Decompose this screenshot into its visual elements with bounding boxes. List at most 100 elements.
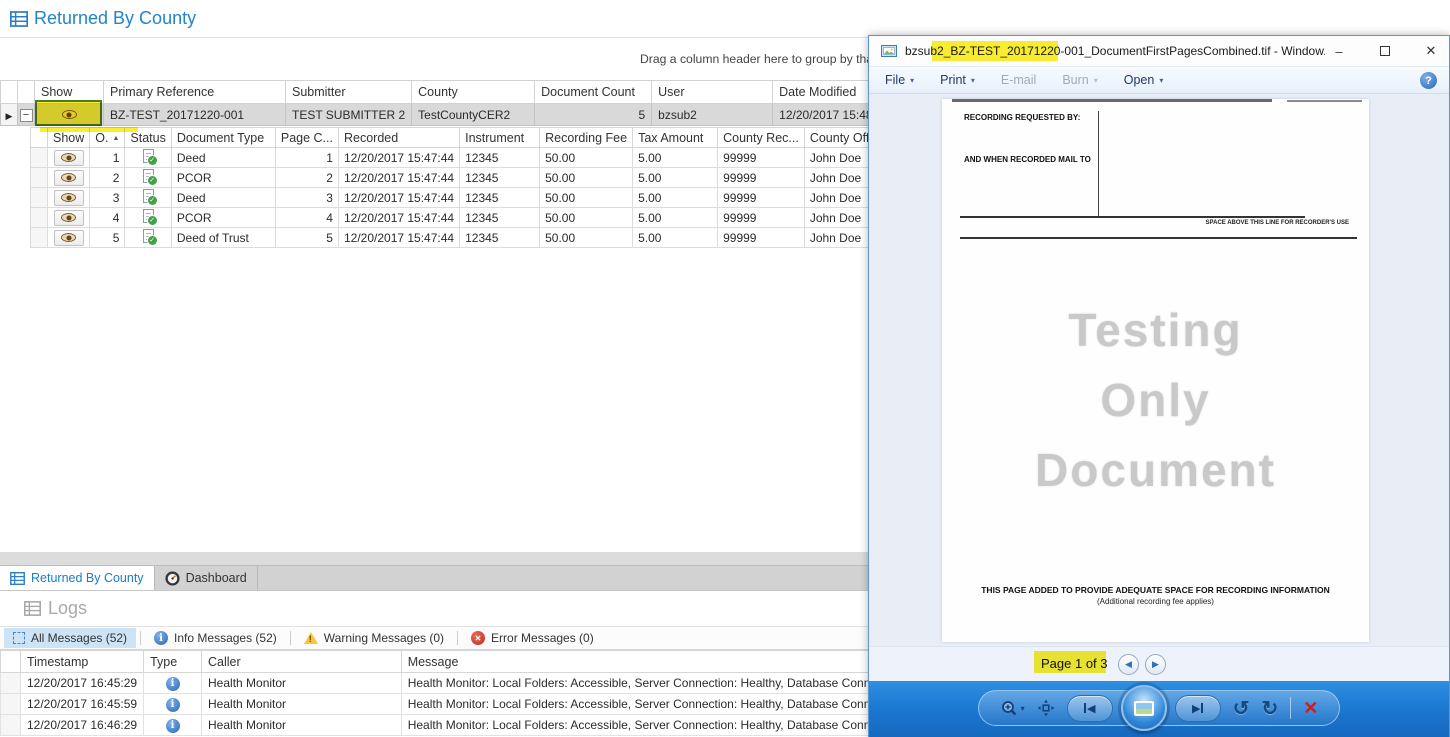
cell-instrument: 12345 (459, 227, 541, 248)
col-county[interactable]: County (411, 80, 536, 104)
minimize-button[interactable]: – (1331, 44, 1347, 59)
cell-user: bzsub2 (651, 103, 774, 126)
tab-dashboard[interactable]: Dashboard (155, 566, 258, 590)
logs-header: Logs (24, 598, 87, 619)
cell-recorded: 12/20/2017 15:47:44 (337, 147, 461, 168)
delete-button[interactable]: ✕ (1303, 698, 1318, 719)
col-submitter[interactable]: Submitter (284, 80, 413, 104)
status-ok-icon (142, 209, 158, 226)
gauge-icon (165, 570, 180, 586)
detail-row[interactable]: 1 Deed 1 12/20/2017 15:47:44 12345 50.00… (30, 147, 897, 168)
detail-row[interactable]: 4 PCOR 4 12/20/2017 15:47:44 12345 50.00… (30, 207, 897, 228)
cell-submitter: TEST SUBMITTER 2 (284, 103, 413, 126)
cell-instrument: 12345 (459, 147, 541, 168)
info-icon: i (165, 718, 180, 733)
master-grid: Show Primary Reference Submitter County … (0, 80, 914, 126)
filter-all-messages[interactable]: All Messages (52) (4, 628, 137, 648)
previous-bar-icon (1083, 703, 1086, 713)
doc-horizontal-rule (960, 216, 1305, 218)
cell-county-rec: 99999 (717, 207, 805, 228)
divider (140, 631, 142, 645)
viewer-titlebar[interactable]: bzsub2_BZ-TEST_20171220-001_DocumentFirs… (869, 36, 1449, 66)
cell-recording-fee: 50.00 (539, 187, 634, 208)
show-document-button[interactable] (53, 189, 84, 206)
cell-page-count: 1 (274, 147, 339, 168)
filter-info-messages[interactable]: i Info Messages (52) (145, 628, 286, 648)
col-status[interactable]: Status (124, 127, 172, 148)
tab-returned-by-county[interactable]: Returned By County (0, 566, 155, 590)
previous-image-button[interactable]: ◀ (1066, 694, 1113, 722)
divider (457, 631, 459, 645)
col-primary-reference[interactable]: Primary Reference (103, 80, 286, 104)
cell-caller: Health Monitor (201, 672, 402, 694)
col-recorded[interactable]: Recorded (337, 127, 461, 148)
doc-watermark: Testing Only Document (942, 295, 1369, 505)
detail-row[interactable]: 2 PCOR 2 12/20/2017 15:47:44 12345 50.00… (30, 167, 897, 188)
filter-error-messages[interactable]: ✕ Error Messages (0) (462, 628, 603, 648)
menu-print[interactable]: Print ▾ (940, 73, 975, 87)
menu-burn: Burn ▾ (1062, 73, 1097, 87)
show-submission-button[interactable] (41, 106, 97, 124)
detail-row[interactable]: 3 Deed 3 12/20/2017 15:47:44 12345 50.00… (30, 187, 897, 208)
collapse-icon[interactable]: − (19, 108, 33, 122)
master-row[interactable]: ▶ − BZ-TEST_20171220-001 TEST SUBMITTER … (0, 103, 914, 126)
cell-recorded: 12/20/2017 15:47:44 (337, 207, 461, 228)
maximize-icon (1380, 45, 1390, 56)
scan-edge-artifact (1287, 100, 1362, 102)
doc-footer-subnote: (Additional recording fee applies) (1097, 597, 1214, 606)
show-document-button[interactable] (53, 209, 84, 226)
cell-primary-reference: BZ-TEST_20171220-001 (103, 103, 286, 126)
show-document-button[interactable] (53, 169, 84, 186)
menu-label: Print (940, 73, 966, 87)
chevron-down-icon: ▾ (1093, 75, 1098, 85)
status-ok-icon (142, 149, 158, 166)
menu-open[interactable]: Open ▾ (1124, 73, 1164, 87)
col-caller[interactable]: Caller (201, 650, 402, 673)
eye-icon (61, 213, 77, 222)
col-document-type[interactable]: Document Type (170, 127, 276, 148)
next-image-button[interactable]: ▶ (1174, 694, 1221, 722)
cell-page-count: 4 (274, 207, 339, 228)
col-order[interactable]: O. ▲ (89, 127, 126, 148)
col-show[interactable]: Show (46, 127, 91, 148)
watermark-line: Document (1035, 444, 1276, 496)
rotate-clockwise-button[interactable]: ↻ (1261, 696, 1278, 721)
status-ok-icon (142, 189, 158, 206)
col-show[interactable]: Show (34, 80, 104, 104)
close-button[interactable]: ✕ (1423, 43, 1439, 59)
detail-row[interactable]: 5 Deed of Trust 5 12/20/2017 15:47:44 12… (30, 227, 897, 248)
show-document-button[interactable] (53, 229, 84, 246)
menu-label: E-mail (1000, 73, 1037, 87)
master-header-row: Show Primary Reference Submitter County … (0, 80, 914, 104)
cell-document-count: 5 (534, 103, 653, 126)
col-timestamp[interactable]: Timestamp (19, 650, 145, 673)
maximize-button[interactable] (1377, 44, 1393, 59)
col-county-rec[interactable]: County Rec... (717, 127, 805, 148)
filter-label: Info Messages (52) (174, 631, 277, 645)
menu-email: E-mail (1001, 73, 1036, 87)
eye-icon (61, 110, 77, 119)
cell-county-rec: 99999 (717, 227, 805, 248)
cell-instrument: 12345 (459, 167, 541, 188)
viewer-canvas: RECORDING REQUESTED BY: AND WHEN RECORDE… (869, 94, 1449, 646)
col-document-count[interactable]: Document Count (534, 80, 653, 104)
filter-warning-messages[interactable]: Warning Messages (0) (295, 628, 453, 648)
page-navigation: Page 1 of 3 ◀ ▶ (869, 646, 1449, 681)
doc-recording-requested-label: RECORDING REQUESTED BY: (964, 113, 1081, 122)
col-instrument[interactable]: Instrument (459, 127, 541, 148)
col-tax-amount[interactable]: Tax Amount (632, 127, 719, 148)
col-recording-fee[interactable]: Recording Fee (539, 127, 634, 148)
col-page-count[interactable]: Page C... (274, 127, 339, 148)
previous-page-button[interactable]: ◀ (1118, 654, 1139, 675)
show-document-button[interactable] (53, 149, 84, 166)
help-icon[interactable]: ? (1420, 72, 1437, 89)
col-user[interactable]: User (651, 80, 774, 104)
viewer-menubar: File ▾ Print ▾ E-mail Burn ▾ Open ▾ ? (869, 66, 1449, 94)
rotate-counterclockwise-button[interactable]: ↺ (1233, 696, 1250, 721)
menu-file[interactable]: File ▾ (885, 73, 914, 87)
play-slideshow-button[interactable] (1120, 685, 1167, 731)
zoom-button[interactable]: ▾ (1000, 700, 1025, 717)
actual-size-button[interactable] (1037, 699, 1055, 717)
next-page-button[interactable]: ▶ (1145, 654, 1166, 675)
col-type[interactable]: Type (143, 650, 203, 673)
